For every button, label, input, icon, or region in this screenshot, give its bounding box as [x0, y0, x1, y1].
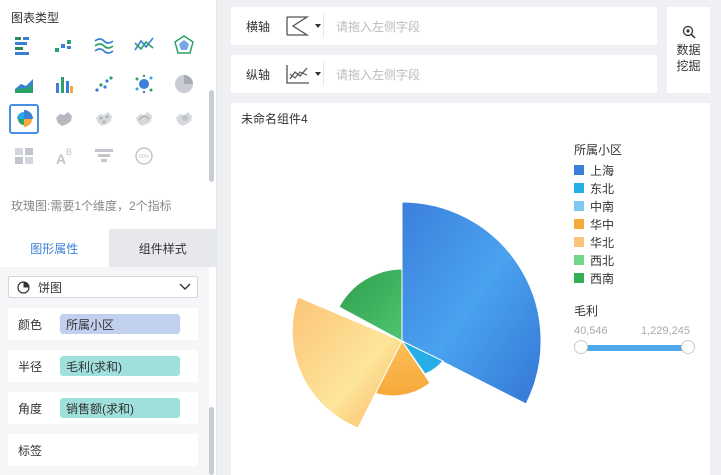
- tab-component-style[interactable]: 组件样式: [108, 229, 216, 267]
- legend-swatch: [574, 165, 584, 175]
- bubble-chart-icon[interactable]: [129, 69, 159, 99]
- line-chart-icon[interactable]: [129, 30, 159, 60]
- gauge-chart-icon[interactable]: 60%: [129, 141, 159, 171]
- prop-row-color[interactable]: 颜色 所属小区: [8, 308, 198, 340]
- legend-item[interactable]: 华中: [574, 216, 614, 232]
- x-axis-placeholder: 请拖入左侧字段: [336, 19, 421, 34]
- legend-swatch: [574, 273, 584, 283]
- prop-row-label[interactable]: 标签: [8, 434, 198, 466]
- y-axis-bar[interactable]: 纵轴 请拖入左侧字段: [231, 55, 657, 93]
- chevron-down-icon: [179, 283, 191, 290]
- slider-min-handle[interactable]: [574, 340, 588, 354]
- legend-swatch: [574, 219, 584, 229]
- wave-chart-icon[interactable]: [89, 30, 119, 60]
- legend-label: 华北: [590, 235, 615, 250]
- legend-label: 中南: [590, 199, 615, 214]
- table-chart-icon[interactable]: [9, 141, 39, 171]
- heat-map-icon[interactable]: [169, 104, 199, 134]
- chart-type-hint: 玫瑰图:需要1个维度，2个指标: [11, 199, 172, 213]
- stacked-bar-chart-icon[interactable]: [49, 69, 79, 99]
- prop-row-angle[interactable]: 角度 销售额(求和): [8, 392, 198, 424]
- size-range-min: 40,546: [574, 325, 608, 337]
- svg-text:A: A: [56, 151, 66, 167]
- word-cloud-icon[interactable]: AB: [49, 141, 79, 171]
- legend-swatch: [574, 237, 584, 247]
- point-map-icon[interactable]: [89, 104, 119, 134]
- chart-type-title: 图表类型: [11, 11, 60, 25]
- legend-swatch: [574, 183, 584, 193]
- legend-label: 华中: [590, 217, 615, 232]
- rose-chart: [291, 201, 542, 429]
- x-axis-bar[interactable]: 横轴 请拖入左侧字段: [231, 7, 657, 45]
- legend-item[interactable]: 中南: [574, 198, 614, 214]
- shape-select[interactable]: 饼图: [8, 276, 198, 298]
- svg-text:60%: 60%: [139, 154, 150, 160]
- legend-item[interactable]: 西南: [574, 270, 614, 286]
- mining-label-2: 挖掘: [676, 59, 701, 73]
- grouped-bar-chart-icon[interactable]: [9, 30, 39, 60]
- magnifier-icon: [682, 25, 696, 39]
- legend-label: 东北: [590, 181, 615, 196]
- legend-swatch: [574, 201, 584, 211]
- size-range-slider[interactable]: [579, 345, 688, 351]
- y-axis-type-icon[interactable]: [285, 59, 323, 89]
- tab-graphic-properties[interactable]: 图形属性: [0, 229, 109, 267]
- legend-item[interactable]: 西北: [574, 252, 614, 268]
- y-axis-label: 纵轴: [245, 67, 270, 82]
- area-chart-icon[interactable]: [9, 69, 39, 99]
- radar-chart-icon[interactable]: [169, 30, 199, 60]
- field-pill[interactable]: 所属小区: [60, 314, 180, 334]
- legend-label: 西北: [590, 253, 615, 268]
- x-axis-type-icon[interactable]: [285, 11, 323, 41]
- prop-name: 颜色: [18, 317, 43, 332]
- x-axis-label: 横轴: [245, 19, 270, 34]
- prop-name: 角度: [18, 401, 43, 416]
- prop-name: 标签: [18, 443, 43, 458]
- scatter-chart-icon[interactable]: [89, 69, 119, 99]
- funnel-chart-icon[interactable]: [89, 141, 119, 171]
- legend-item[interactable]: 华北: [574, 234, 614, 250]
- y-axis-placeholder: 请拖入左侧字段: [336, 67, 421, 82]
- data-mining-button[interactable]: 数据 挖掘: [667, 7, 710, 93]
- pie-chart-icon[interactable]: [169, 69, 199, 99]
- mining-label-1: 数据: [676, 43, 701, 57]
- chart-card: 未命名组件4 所属小区 上海 东北 中南 华中 华北 西北 西南 毛利 40,5…: [231, 103, 710, 475]
- svg-text:B: B: [66, 147, 72, 157]
- left-panel: 图表类型 A B 60% 玫瑰图:需要1个维度，2个指标 图形属性 组件样式 饼…: [0, 0, 217, 475]
- legend-item[interactable]: 东北: [574, 180, 614, 196]
- pie-icon: [17, 280, 30, 294]
- legend-title: 所属小区: [574, 143, 623, 157]
- prop-row-radius[interactable]: 半径 毛利(求和): [8, 350, 198, 382]
- field-pill[interactable]: 销售额(求和): [60, 398, 180, 418]
- legend-label: 西南: [590, 271, 615, 286]
- chart-type-scrollbar[interactable]: [209, 90, 214, 182]
- legend-item[interactable]: 上海: [574, 162, 614, 178]
- size-legend-title: 毛利: [574, 304, 599, 318]
- legend-label: 上海: [590, 163, 615, 178]
- divider: [323, 62, 324, 86]
- legend-swatch: [574, 255, 584, 265]
- property-tabs: 图形属性 组件样式: [0, 229, 216, 267]
- size-range-max: 1,229,245: [641, 325, 690, 337]
- region-map-icon[interactable]: [49, 104, 79, 134]
- rose-chart-icon[interactable]: [9, 104, 39, 134]
- property-scrollbar[interactable]: [209, 407, 214, 475]
- field-pill[interactable]: 毛利(求和): [60, 356, 180, 376]
- bar-chart-icon[interactable]: [49, 30, 79, 60]
- slider-max-handle[interactable]: [681, 340, 695, 354]
- divider: [323, 14, 324, 38]
- flow-map-icon[interactable]: [129, 104, 159, 134]
- prop-name: 半径: [18, 359, 43, 374]
- shape-select-value: 饼图: [38, 280, 63, 295]
